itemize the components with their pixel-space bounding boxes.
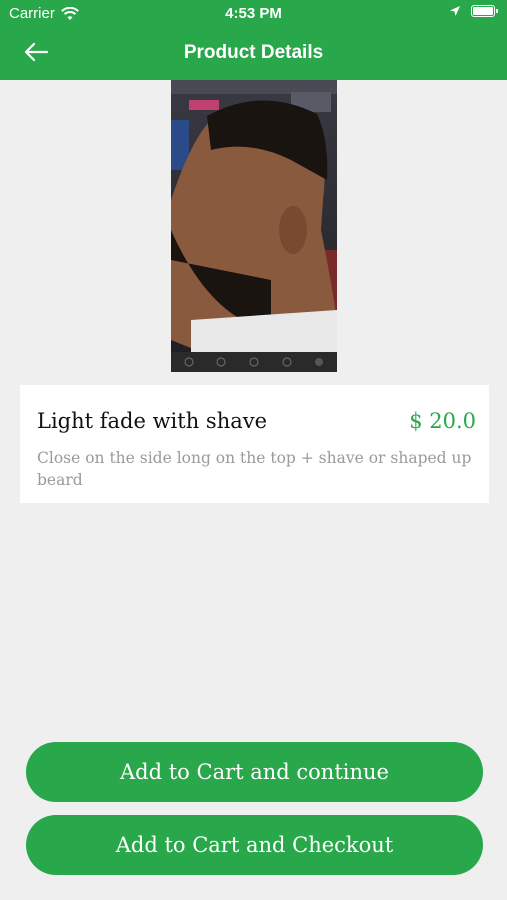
product-price: $ 20.0 (409, 409, 476, 433)
product-description: Close on the side long on the top + shav… (37, 449, 472, 489)
product-photo (171, 80, 337, 372)
add-to-cart-checkout-button[interactable]: Add to Cart and Checkout (26, 815, 483, 875)
nav-bar: Product Details (0, 28, 507, 80)
status-bar: Carrier 4:53 PM (0, 0, 507, 28)
location-arrow-icon (450, 6, 460, 16)
status-time: 4:53 PM (225, 5, 282, 22)
battery-icon (471, 5, 498, 17)
product-image (171, 80, 337, 372)
product-name: Light fade with shave (37, 409, 268, 433)
page-title: Product Details (183, 42, 324, 63)
product-card: Light fade with shave $ 20.0 Close on th… (20, 385, 489, 503)
status-right (449, 5, 498, 17)
top-bar: Carrier 4:53 PM Product Details (0, 0, 507, 80)
add-to-cart-continue-button[interactable]: Add to Cart and continue (26, 742, 483, 802)
